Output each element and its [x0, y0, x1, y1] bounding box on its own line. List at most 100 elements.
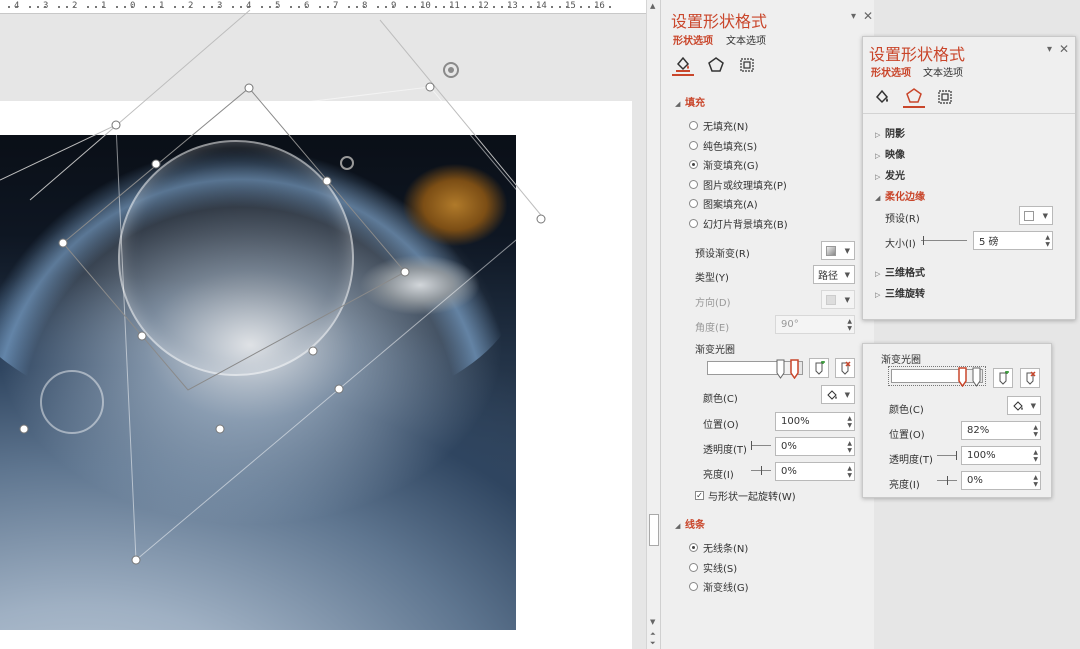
brightness-spinner[interactable]: 0% ▲ ▼	[775, 462, 855, 481]
fill-option-pattern[interactable]: 图案填充(A)	[689, 196, 758, 211]
collapse-caret-icon: ◢	[675, 522, 681, 530]
page-up-icon[interactable]: ⏶	[650, 630, 656, 639]
radio-button-selected[interactable]	[689, 543, 698, 552]
close-icon[interactable]: ✕	[863, 9, 873, 23]
spinner-arrows-icon[interactable]: ▲ ▼	[847, 438, 852, 455]
spinner-arrows-icon[interactable]: ▲ ▼	[1033, 422, 1038, 439]
color-picker-dropdown[interactable]: ▼	[821, 385, 855, 404]
shadow-section-header[interactable]: ▷ 阴影	[875, 125, 905, 140]
reflection-section-header[interactable]: ▷ 映像	[875, 146, 905, 161]
tab-text-options[interactable]: 文本选项	[923, 64, 963, 79]
pane-title: 设置形状格式	[869, 45, 966, 64]
paint-bucket-icon	[1013, 400, 1023, 411]
gradient-stops-label: 渐变光圈	[881, 355, 921, 366]
3d-rotation-section-header[interactable]: ▷ 三维旋转	[875, 285, 925, 300]
spinner-arrows-icon[interactable]: ▲ ▼	[1033, 447, 1038, 464]
radio-button[interactable]	[689, 121, 698, 130]
format-shape-pane: 设置形状格式 ▾ ✕ 形状选项 文本选项 ◢ 填充 无填充(N) 纯色填充(S) …	[660, 0, 874, 649]
spinner-arrows-icon[interactable]: ▲ ▼	[847, 413, 852, 430]
expand-caret-icon: ▷	[875, 152, 881, 160]
outer-selection-frame	[115, 86, 542, 562]
spinner-arrows-icon[interactable]: ▲ ▼	[1033, 472, 1038, 489]
spinner-arrows-icon[interactable]: ▲ ▼	[1045, 232, 1050, 249]
remove-gradient-stop-icon[interactable]	[1020, 368, 1040, 388]
scroll-up-arrow-icon[interactable]: ▲	[650, 2, 655, 10]
3d-format-section-header[interactable]: ▷ 三维格式	[875, 264, 925, 279]
scroll-thumb[interactable]	[649, 514, 659, 546]
tab-shape-options[interactable]: 形状选项	[871, 64, 911, 79]
gradient-stop-handle-selected[interactable]	[790, 359, 799, 379]
position-spinner[interactable]: 82% ▲ ▼	[961, 421, 1041, 440]
transparency-spinner[interactable]: 100% ▲ ▼	[961, 446, 1041, 465]
rotate-handle-icon	[443, 62, 459, 78]
soft-edges-size-slider[interactable]	[921, 236, 967, 245]
checkbox-checked[interactable]: ✓	[695, 491, 704, 500]
expand-caret-icon: ▷	[875, 173, 881, 181]
soft-edges-size-spinner[interactable]: 5 磅 ▲ ▼	[973, 231, 1053, 250]
radio-button[interactable]	[689, 180, 698, 189]
soft-edges-preset-dropdown[interactable]: ▼	[1019, 206, 1053, 225]
brightness-slider[interactable]	[937, 476, 957, 485]
fill-option-gradient[interactable]: 渐变填充(G)	[689, 157, 759, 172]
gradient-stop-handle[interactable]	[776, 359, 785, 379]
close-icon[interactable]: ✕	[1059, 42, 1069, 56]
add-gradient-stop-icon[interactable]	[809, 358, 829, 378]
type-dropdown[interactable]: 路径 ▼	[813, 265, 855, 284]
line-option-gradient[interactable]: 渐变线(G)	[689, 579, 749, 594]
preset-gradient-dropdown[interactable]: ▼	[821, 241, 855, 260]
spinner-arrows-icon[interactable]: ▲ ▼	[847, 463, 852, 480]
scroll-down-arrow-icon[interactable]: ▼	[650, 618, 655, 626]
rotate-with-shape-checkbox[interactable]: ✓ 与形状一起旋转(W)	[695, 488, 796, 503]
preset-swatch-icon	[1024, 210, 1034, 221]
color-picker-dropdown[interactable]: ▼	[1007, 396, 1041, 415]
fill-section-header[interactable]: ◢ 填充	[675, 94, 705, 109]
tab-shape-options[interactable]: 形状选项	[673, 32, 713, 47]
direction-swatch-icon	[826, 294, 836, 305]
resize-handles	[19, 82, 546, 565]
gradient-stop-handle-selected[interactable]	[958, 367, 967, 387]
line-option-none[interactable]: 无线条(N)	[689, 540, 748, 555]
radio-button-selected[interactable]	[689, 160, 698, 169]
fill-line-icon[interactable]	[871, 86, 893, 108]
line-option-solid[interactable]: 实线(S)	[689, 560, 737, 575]
page-down-icon[interactable]: ⏷	[650, 639, 656, 648]
effects-pentagon-icon[interactable]	[705, 54, 727, 76]
radio-button[interactable]	[689, 582, 698, 591]
radio-button[interactable]	[689, 563, 698, 572]
effects-pentagon-icon[interactable]	[903, 86, 925, 108]
size-properties-icon[interactable]	[736, 54, 758, 76]
fill-option-picture[interactable]: 图片或纹理填充(P)	[689, 177, 787, 192]
angle-label: 角度(E)	[695, 323, 730, 334]
add-gradient-stop-icon[interactable]	[993, 368, 1013, 388]
brightness-label: 亮度(I)	[703, 470, 734, 481]
remove-gradient-stop-icon[interactable]	[835, 358, 855, 378]
spinner-arrows-icon: ▲ ▼	[847, 317, 852, 332]
fill-line-icon[interactable]	[672, 54, 694, 76]
size-properties-icon[interactable]	[934, 86, 956, 108]
fill-option-none[interactable]: 无填充(N)	[689, 118, 748, 133]
vertical-scrollbar[interactable]: ▲ ▼ ⏶ ⏷	[646, 0, 660, 649]
gradient-stops-bar[interactable]	[888, 366, 986, 387]
brightness-spinner[interactable]: 0% ▲ ▼	[961, 471, 1041, 490]
radio-button[interactable]	[689, 219, 698, 228]
transparency-label: 透明度(T)	[889, 455, 933, 466]
line-section-header[interactable]: ◢ 线条	[675, 516, 705, 531]
transparency-slider[interactable]	[751, 441, 771, 450]
shape-outline	[62, 87, 406, 391]
radio-button[interactable]	[689, 199, 698, 208]
transparency-spinner[interactable]: 0% ▲ ▼	[775, 437, 855, 456]
pane-options-dropdown-icon[interactable]: ▾	[1047, 44, 1052, 55]
transparency-slider[interactable]	[937, 451, 957, 460]
gradient-stops-bar[interactable]	[707, 359, 803, 379]
pane-options-dropdown-icon[interactable]: ▾	[851, 11, 856, 22]
tab-text-options[interactable]: 文本选项	[726, 32, 766, 47]
direction-label: 方向(D)	[695, 298, 731, 309]
fill-option-slide-bg[interactable]: 幻灯片背景填充(B)	[689, 216, 788, 231]
radio-button[interactable]	[689, 141, 698, 150]
gradient-stop-handle[interactable]	[972, 367, 981, 387]
brightness-slider[interactable]	[751, 466, 771, 475]
position-spinner[interactable]: 100% ▲ ▼	[775, 412, 855, 431]
glow-section-header[interactable]: ▷ 发光	[875, 167, 905, 182]
soft-edges-section-header[interactable]: ◢ 柔化边缘	[875, 188, 925, 203]
fill-option-solid[interactable]: 纯色填充(S)	[689, 138, 757, 153]
